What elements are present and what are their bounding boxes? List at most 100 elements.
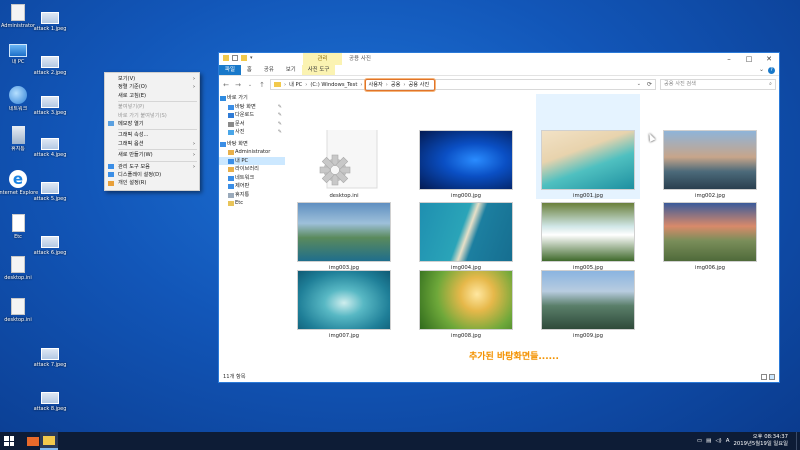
desktop-icon[interactable]: desktop.ini (0, 256, 38, 281)
nav-item[interactable]: 다운로드 ✎ (219, 111, 285, 120)
address-dropdown-icon[interactable]: ⌄ (637, 80, 641, 89)
forward-button[interactable]: → (234, 81, 242, 89)
desktop-icon[interactable]: attack 4.jpeg (30, 134, 70, 158)
maximize-button[interactable]: □ (739, 53, 759, 65)
nav-item[interactable]: 문서 ✎ (219, 120, 285, 129)
context-menu-item[interactable]: 새로 만들기(W) › (105, 151, 199, 159)
ribbon-tab[interactable]: 사진 도구 (301, 65, 336, 75)
ribbon-tab[interactable]: 보기 (280, 65, 302, 75)
nav-item[interactable]: 사진 ✎ (219, 128, 285, 137)
breadcrumb-chevron-icon[interactable]: › (305, 82, 307, 88)
search-input[interactable]: 공용 사진 검색 ⌕ (660, 79, 776, 90)
ribbon-tab[interactable]: 파일 (219, 65, 241, 75)
nav-item-label: 문서 (235, 120, 245, 127)
file-name: img008.jpg (451, 333, 481, 339)
back-button[interactable]: ← (222, 81, 230, 89)
nav-item[interactable]: 바탕 화면 ✎ (219, 103, 285, 112)
battery-icon[interactable]: ▭ (697, 438, 702, 444)
breadcrumb-segment[interactable]: (C:) Windows_Test (310, 82, 357, 88)
desktop-icon[interactable]: attack 1.jpeg (30, 8, 70, 32)
desktop-icon[interactable]: attack 5.jpeg (30, 178, 70, 202)
file-name: img007.jpg (329, 333, 359, 339)
details-view-icon[interactable] (761, 374, 767, 380)
chevron-down-icon[interactable]: ▾ (250, 55, 255, 61)
file-tile[interactable]: img005.jpg (536, 202, 640, 271)
network-icon (9, 86, 27, 104)
input-language-icon[interactable]: A (726, 438, 730, 444)
large-icons-view-icon[interactable] (769, 374, 775, 380)
properties-icon[interactable] (232, 55, 238, 61)
image-file-icon (41, 96, 59, 108)
file-explorer-taskbar-icon[interactable] (40, 432, 58, 450)
context-menu-item[interactable]: 개인 설정(R) (105, 179, 199, 187)
image-file-icon (41, 392, 59, 404)
new-folder-icon[interactable] (241, 55, 247, 61)
nav-item-label: Administrator (235, 149, 271, 155)
context-menu-item[interactable]: 정렬 기준(O) › (105, 83, 199, 91)
breadcrumb-chevron-icon[interactable]: › (360, 82, 362, 88)
desktop-icon[interactable]: desktop.ini (0, 298, 38, 323)
ribbon-tab[interactable]: 홈 (241, 65, 258, 75)
file-tile[interactable]: img002.jpg (658, 130, 762, 199)
close-button[interactable]: ✕ (759, 53, 779, 65)
file-tile[interactable]: desktop.ini (292, 111, 396, 199)
user-folder-icon (11, 4, 25, 21)
nav-item[interactable]: 바로 가기 (219, 94, 285, 103)
file-tile[interactable]: img008.jpg (414, 270, 518, 339)
nav-item[interactable]: 제어판 (219, 182, 285, 191)
search-icon: ⌕ (769, 81, 772, 87)
breadcrumb-segment[interactable]: 공용 사진 (408, 81, 429, 88)
nav-item[interactable]: 라이브러리 (219, 165, 285, 174)
quick-access-toolbar: ▾ (223, 55, 255, 61)
context-menu-item[interactable]: 보기(V) › (105, 75, 199, 83)
desktop-icon[interactable]: attack 3.jpeg (30, 92, 70, 116)
breadcrumb-segment[interactable]: 사용자 (368, 81, 382, 88)
file-tile[interactable]: img006.jpg (658, 202, 762, 271)
ribbon-expand-icon[interactable]: ⌄ (759, 66, 764, 73)
ribbon-tab[interactable]: 공유 (258, 65, 280, 75)
nav-item[interactable]: 네트워크 (219, 174, 285, 183)
file-tile[interactable]: img004.jpg (414, 202, 518, 271)
refresh-icon[interactable]: ⟳ (647, 80, 652, 89)
context-menu-item[interactable]: 그래픽 속성... (105, 131, 199, 139)
desktop-icon[interactable]: attack 8.jpeg (30, 388, 70, 412)
file-tile[interactable]: img001.jpg (536, 94, 640, 199)
breadcrumb-segment[interactable]: 내 PC (289, 81, 302, 88)
nav-item[interactable]: 휴지통 (219, 191, 285, 200)
start-button[interactable] (4, 436, 14, 446)
desktop-icon[interactable]: attack 6.jpeg (30, 232, 70, 256)
breadcrumb-chevron-icon[interactable]: › (403, 82, 405, 88)
volume-icon[interactable]: ◁) (715, 438, 721, 444)
nav-item-label: 휴지통 (235, 191, 250, 198)
address-bar[interactable]: › 내 PC › (C:) Windows_Test › 사용자 › 공용 › 공용 사진 ⌄ ⟳ (270, 78, 656, 91)
nav-item[interactable]: 내 PC (219, 156, 285, 165)
nav-item[interactable]: Administrator (219, 148, 285, 157)
network-icon[interactable]: ▤ (706, 438, 711, 444)
context-menu-item[interactable]: 관리 도구 모음 › (105, 163, 199, 171)
context-menu-item[interactable]: 그래픽 옵션 › (105, 140, 199, 148)
breadcrumb-chevron-icon[interactable]: › (386, 82, 388, 88)
help-icon[interactable]: ? (768, 67, 775, 74)
file-tile[interactable]: img009.jpg (536, 270, 640, 339)
show-desktop-button[interactable] (796, 432, 800, 450)
desktop-icon[interactable]: attack 7.jpeg (30, 344, 70, 368)
file-name: img001.jpg (573, 193, 603, 199)
context-menu-item[interactable]: 새로 고침(E) (105, 92, 199, 100)
context-menu-item[interactable]: 디스플레이 설정(D) (105, 171, 199, 179)
up-button[interactable]: ↑ (258, 81, 266, 89)
search-placeholder: 공용 사진 검색 (664, 81, 696, 87)
file-tile[interactable]: img000.jpg (414, 130, 518, 199)
nav-item-icon (228, 104, 234, 110)
minimize-button[interactable]: – (719, 53, 739, 65)
desktop-icon[interactable]: attack 2.jpeg (30, 52, 70, 76)
breadcrumb-segment[interactable]: 공용 (391, 81, 401, 88)
recent-locations-button[interactable]: ⌄ (246, 82, 254, 88)
file-tile[interactable]: img003.jpg (292, 202, 396, 271)
title-bar: ▾ 관리 공용 사진 – □ ✕ (219, 53, 779, 65)
context-menu-item[interactable]: 메모장 열기 (105, 120, 199, 128)
file-tile[interactable]: img007.jpg (292, 270, 396, 339)
nav-item[interactable]: Etc (219, 199, 285, 208)
clock[interactable]: 오후 08:34:37 2019년5월19일 일요일 (733, 434, 788, 448)
context-menu-label: 디스플레이 설정(D) (118, 171, 162, 178)
nav-item[interactable]: 바탕 화면 (219, 140, 285, 149)
